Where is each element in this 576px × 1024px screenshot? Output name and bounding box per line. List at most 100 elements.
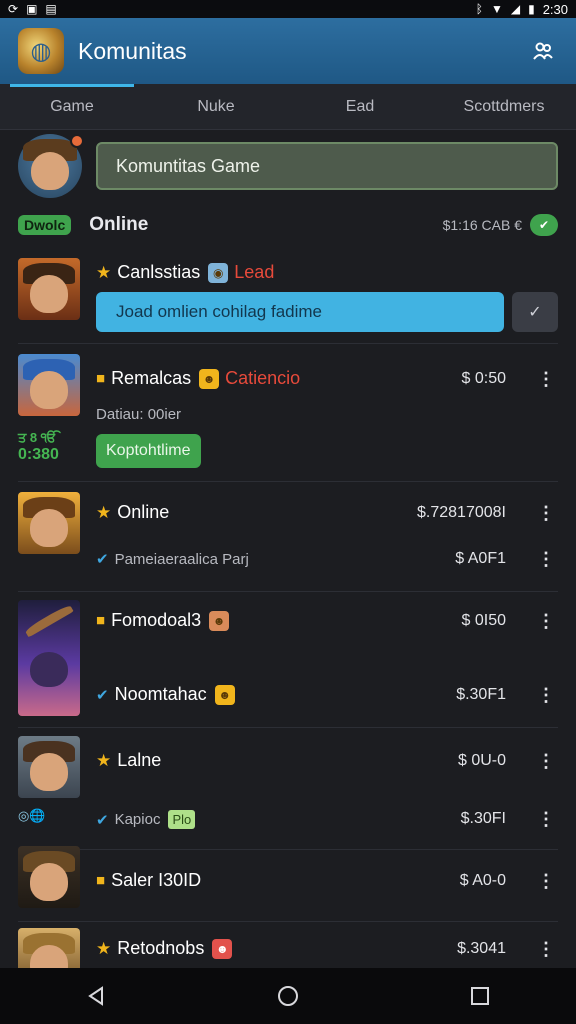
avatar-hat bbox=[24, 603, 74, 638]
more-icon[interactable]: ⋮ bbox=[534, 938, 558, 960]
face-emoji-icon: ☻ bbox=[199, 368, 220, 389]
avatar-face bbox=[30, 753, 68, 791]
globe-logo-icon: ◍ bbox=[18, 28, 64, 74]
more-icon[interactable]: ⋮ bbox=[534, 808, 558, 830]
people-icon bbox=[533, 42, 553, 60]
online-toggle[interactable]: ✔ bbox=[530, 214, 558, 236]
app-bar: ◍ Komunitas bbox=[0, 18, 576, 84]
row-price: $ 0:50 bbox=[461, 370, 506, 387]
more-icon[interactable]: ⋮ bbox=[534, 502, 558, 524]
avatar bbox=[18, 354, 80, 416]
row-title: ★ Retodnobs ☻ bbox=[96, 938, 233, 959]
row-sub-price: $.30F1 bbox=[456, 686, 506, 703]
more-icon[interactable]: ⋮ bbox=[534, 548, 558, 570]
status-bar: ⟳ ▣ ▤ ᛒ ▼ ◢ ▮ 2:30 bbox=[0, 0, 576, 18]
tab-game[interactable]: Game bbox=[0, 84, 144, 129]
row-title-text: Saler I30ID bbox=[111, 870, 202, 890]
navigation-bar bbox=[0, 968, 576, 1024]
app-title: Komunitas bbox=[78, 37, 187, 64]
row-title-text: Lalne bbox=[117, 750, 162, 770]
face-emoji-icon: ☻ bbox=[212, 938, 233, 959]
avatar-face bbox=[30, 275, 68, 313]
square-badge-icon: ■ bbox=[96, 872, 106, 889]
online-chip: Dwolc bbox=[18, 215, 72, 235]
check-icon: ✔ bbox=[96, 551, 109, 568]
list-item[interactable]: ★ Retodnobs ☻ $.3041 ⋮ bbox=[18, 928, 558, 968]
group-name-field[interactable]: Komuntitas Game bbox=[96, 142, 558, 190]
gallery-icon: ▣ bbox=[26, 2, 38, 16]
row-subtitle: ✔ Kapioc Plo bbox=[96, 810, 196, 829]
row-title: ■ Saler I30ID bbox=[96, 870, 201, 891]
signal-icon: ◢ bbox=[510, 2, 521, 16]
list-item[interactable]: ◎🌐 ★ Lalne $ 0U-0 ⋮ ✔ Kapioc Plo $.30FI … bbox=[18, 736, 558, 850]
avatar bbox=[18, 258, 80, 320]
more-icon[interactable]: ⋮ bbox=[534, 870, 558, 892]
online-meta: $1:16 CAB € bbox=[442, 217, 522, 233]
row-price: $.3041 bbox=[457, 940, 506, 957]
row-price: $ 0I50 bbox=[461, 612, 506, 629]
row-title-text: Fomodoal3 bbox=[111, 610, 202, 630]
avatar bbox=[18, 492, 80, 554]
star-icon: ★ bbox=[96, 262, 112, 282]
avatar-face bbox=[30, 863, 68, 901]
recents-icon[interactable] bbox=[468, 984, 492, 1008]
list-item[interactable]: ਤ 8 ੴ 0:380 ■ Remalcas ☻ Catiencio $ 0:5… bbox=[18, 354, 558, 482]
list-item[interactable]: ■ Saler I30ID $ A0-0 ⋮ bbox=[18, 846, 558, 922]
invite-field[interactable]: Joad omlien cohilag fadime bbox=[96, 292, 504, 332]
group-header: Komuntitas Game bbox=[18, 130, 558, 202]
row-accent: Catiencio bbox=[225, 368, 301, 388]
more-icon[interactable]: ⋮ bbox=[534, 684, 558, 706]
status-left: ⟳ ▣ ▤ bbox=[8, 3, 57, 15]
row-title-text: Online bbox=[117, 502, 170, 522]
online-label: Online bbox=[89, 214, 149, 235]
row-title-text: Retodnobs bbox=[117, 938, 205, 958]
tab-bar: Game Nuke Ead Scottdmers bbox=[0, 84, 576, 130]
square-badge-icon: ■ bbox=[96, 612, 106, 629]
notification-badge bbox=[70, 134, 84, 148]
more-icon[interactable]: ⋮ bbox=[534, 368, 558, 390]
avatar bbox=[18, 928, 80, 968]
community-list: Komuntitas Game Dwolc Online $1:16 CAB €… bbox=[0, 130, 576, 968]
row-subtitle-text: Pameiaeraalica Parj bbox=[114, 550, 249, 568]
face-emoji-icon: ☻ bbox=[214, 684, 235, 705]
tab-nuke[interactable]: Nuke bbox=[144, 84, 288, 129]
list-item[interactable]: ■ Fomodoal3 ☻ $ 0I50 ⋮ ✔ Noomtahac ☻ $.3… bbox=[18, 600, 558, 728]
square-badge-icon: ■ bbox=[96, 370, 106, 387]
mini-icons: ◎🌐 bbox=[18, 808, 46, 823]
list-item[interactable]: ★ Online $.72817008I ⋮ ✔ Pameiaeraalica … bbox=[18, 492, 558, 592]
avatar bbox=[18, 600, 80, 716]
row-subtitle: Datiau: 00ier bbox=[96, 406, 182, 423]
row-sub-price: $.30FI bbox=[460, 810, 506, 827]
bluetooth-icon: ᛒ bbox=[475, 2, 483, 16]
online-row: Dwolc Online $1:16 CAB € ✔ bbox=[18, 208, 558, 242]
sync-icon: ⟳ bbox=[8, 2, 19, 16]
invite-confirm-button[interactable]: ✓ bbox=[512, 292, 558, 332]
check-icon: ✔ bbox=[96, 811, 109, 829]
more-icon[interactable]: ⋮ bbox=[534, 750, 558, 772]
home-icon[interactable] bbox=[276, 984, 300, 1008]
row-price: $ A0-0 bbox=[459, 872, 506, 889]
battery-icon: ▮ bbox=[528, 2, 535, 16]
avatar bbox=[18, 736, 80, 798]
list-item[interactable]: ★ Canlsstias ◉ Lead Joad omlien cohilag … bbox=[18, 258, 558, 344]
row-price: $ 0U-0 bbox=[457, 752, 506, 769]
check-icon: ✔ bbox=[538, 218, 550, 232]
avatar bbox=[18, 846, 80, 908]
tab-ead[interactable]: Ead bbox=[288, 84, 432, 129]
row-title-text: Canlsstias bbox=[117, 262, 201, 282]
row-title: ★ Lalne bbox=[96, 750, 161, 771]
status-right: ᛒ ▼ ◢ ▮ 2:30 bbox=[476, 2, 568, 17]
group-avatar[interactable] bbox=[18, 134, 84, 198]
back-icon[interactable] bbox=[84, 984, 108, 1008]
side-stat-value: 0:380 bbox=[18, 446, 59, 463]
action-button[interactable]: Koptohtlime bbox=[96, 434, 201, 468]
row-price: $.72817008I bbox=[417, 504, 506, 521]
row-title: ★ Online bbox=[96, 502, 169, 523]
star-icon: ★ bbox=[96, 938, 112, 958]
more-icon[interactable]: ⋮ bbox=[534, 610, 558, 632]
check-icon: ✔ bbox=[96, 686, 109, 704]
people-button[interactable] bbox=[528, 36, 558, 66]
face-emoji-icon: ☻ bbox=[209, 610, 230, 631]
star-icon: ★ bbox=[96, 502, 112, 522]
tab-scottdmers[interactable]: Scottdmers bbox=[432, 84, 576, 129]
